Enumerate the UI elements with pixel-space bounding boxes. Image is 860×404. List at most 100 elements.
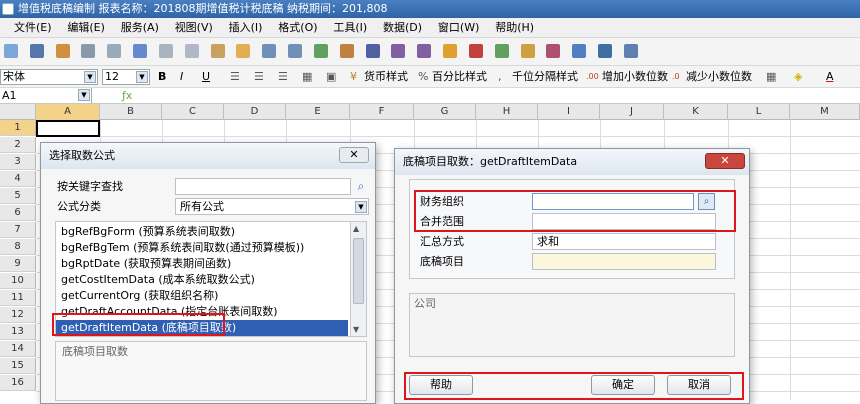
currency-style-button[interactable]: 货币样式 bbox=[364, 69, 408, 85]
export-icon[interactable] bbox=[623, 44, 638, 58]
column-header-j[interactable]: J bbox=[600, 104, 664, 120]
row-header-7[interactable]: 7 bbox=[0, 222, 36, 238]
row-header-15[interactable]: 15 bbox=[0, 358, 36, 374]
column-header-f[interactable]: F bbox=[350, 104, 414, 120]
decrease-decimal-button[interactable]: 减少小数位数 bbox=[686, 69, 752, 85]
sort-asc-icon[interactable] bbox=[391, 44, 406, 58]
scroll-down-icon[interactable]: ▼ bbox=[353, 325, 359, 334]
row-header-6[interactable]: 6 bbox=[0, 205, 36, 221]
row-header-8[interactable]: 8 bbox=[0, 239, 36, 255]
list-item[interactable]: getCostItemData (成本系统取数公式) bbox=[56, 272, 348, 288]
undo-icon[interactable] bbox=[262, 44, 277, 58]
keyword-search-input[interactable] bbox=[175, 178, 351, 195]
list-item[interactable]: getCurrentOrg (获取组织名称) bbox=[56, 288, 348, 304]
increase-decimal-button[interactable]: 增加小数位数 bbox=[602, 69, 668, 85]
data-icon[interactable] bbox=[494, 44, 509, 58]
align-center-icon[interactable]: ☰ bbox=[254, 69, 264, 85]
column-header-l[interactable]: L bbox=[728, 104, 790, 120]
column-header-g[interactable]: G bbox=[414, 104, 476, 120]
row-header-10[interactable]: 10 bbox=[0, 273, 36, 289]
column-header-k[interactable]: K bbox=[664, 104, 728, 120]
calendar-icon[interactable] bbox=[468, 44, 483, 58]
row-header-13[interactable]: 13 bbox=[0, 324, 36, 340]
sum-icon[interactable] bbox=[365, 44, 380, 58]
font-name-select[interactable]: 宋体 ▼ bbox=[0, 69, 98, 85]
percent-style-button[interactable]: 百分比样式 bbox=[432, 69, 487, 85]
chevron-down-icon[interactable]: ▼ bbox=[136, 71, 148, 83]
row-header-5[interactable]: 5 bbox=[0, 188, 36, 204]
edit-formula-icon[interactable] bbox=[339, 44, 354, 58]
column-header-i[interactable]: I bbox=[538, 104, 600, 120]
list-item[interactable]: bgRptDate (获取预算表期间函数) bbox=[56, 256, 348, 272]
column-header-h[interactable]: H bbox=[476, 104, 538, 120]
print-icon[interactable] bbox=[81, 44, 96, 58]
font-size-select[interactable]: 12 ▼ bbox=[102, 69, 150, 85]
preview-icon[interactable] bbox=[107, 44, 122, 58]
row-header-11[interactable]: 11 bbox=[0, 290, 36, 306]
cut-icon[interactable] bbox=[158, 44, 173, 58]
menu-tools[interactable]: 工具(I) bbox=[327, 18, 373, 38]
open-icon[interactable] bbox=[55, 44, 70, 58]
merge-cells-icon[interactable]: ▦ bbox=[302, 69, 312, 85]
screen-icon[interactable] bbox=[572, 44, 587, 58]
lock-icon[interactable]: ▣ bbox=[326, 69, 336, 85]
aggregation-input[interactable]: 求和 bbox=[532, 233, 716, 250]
active-cell-a1[interactable] bbox=[36, 120, 100, 137]
underline-button[interactable]: U bbox=[202, 69, 210, 85]
italic-button[interactable]: I bbox=[180, 69, 183, 85]
row-header-12[interactable]: 12 bbox=[0, 307, 36, 323]
chevron-down-icon[interactable]: ▼ bbox=[84, 71, 96, 83]
menu-edit[interactable]: 编辑(E) bbox=[61, 18, 111, 38]
column-header-c[interactable]: C bbox=[162, 104, 224, 120]
name-box[interactable]: A1 ▼ bbox=[0, 88, 92, 103]
scroll-up-icon[interactable]: ▲ bbox=[353, 224, 359, 233]
close-icon[interactable]: ✕ bbox=[339, 147, 369, 163]
chevron-down-icon[interactable]: ▼ bbox=[78, 89, 90, 101]
column-header-d[interactable]: D bbox=[224, 104, 286, 120]
spellcheck-icon[interactable] bbox=[133, 44, 148, 58]
menu-view[interactable]: 视图(V) bbox=[169, 18, 219, 38]
folder-icon[interactable] bbox=[443, 44, 458, 58]
function-icon[interactable]: ƒx bbox=[122, 88, 132, 103]
thousands-style-button[interactable]: 千位分隔样式 bbox=[512, 69, 578, 85]
menu-help[interactable]: 帮助(H) bbox=[489, 18, 540, 38]
menu-data[interactable]: 数据(D) bbox=[377, 18, 428, 38]
column-header-e[interactable]: E bbox=[286, 104, 350, 120]
save-icon[interactable] bbox=[29, 44, 44, 58]
scrollbar-thumb[interactable] bbox=[353, 238, 364, 304]
list-item[interactable]: bgRefBgTem (预算系统表间取数(通过预算模板)) bbox=[56, 240, 348, 256]
copy-icon[interactable] bbox=[184, 44, 199, 58]
fill-color-icon[interactable]: ◈ bbox=[794, 69, 802, 85]
menu-format[interactable]: 格式(O) bbox=[272, 18, 323, 38]
bold-button[interactable]: B bbox=[158, 69, 166, 85]
close-icon[interactable]: ✕ bbox=[705, 153, 745, 169]
row-header-14[interactable]: 14 bbox=[0, 341, 36, 357]
row-header-16[interactable]: 16 bbox=[0, 375, 36, 391]
draft-item-input[interactable] bbox=[532, 253, 716, 270]
font-color-button[interactable]: A bbox=[826, 69, 834, 85]
redo-icon[interactable] bbox=[288, 44, 303, 58]
link-icon[interactable] bbox=[313, 44, 328, 58]
paste-icon[interactable] bbox=[210, 44, 225, 58]
column-header-a[interactable]: A bbox=[36, 104, 100, 120]
column-header-m[interactable]: M bbox=[790, 104, 860, 120]
list-item[interactable]: bgRefBgForm (预算系统表间取数) bbox=[56, 224, 348, 240]
search-icon[interactable]: ⌕ bbox=[353, 178, 369, 195]
new-icon[interactable] bbox=[4, 44, 18, 58]
row-header-3[interactable]: 3 bbox=[0, 154, 36, 170]
menu-insert[interactable]: 插入(I) bbox=[223, 18, 269, 38]
align-left-icon[interactable]: ☰ bbox=[230, 69, 240, 85]
report-icon[interactable] bbox=[546, 44, 561, 58]
row-header-2[interactable]: 2 bbox=[0, 137, 36, 153]
align-right-icon[interactable]: ☰ bbox=[278, 69, 288, 85]
menu-file[interactable]: 文件(E) bbox=[8, 18, 58, 38]
row-header-4[interactable]: 4 bbox=[0, 171, 36, 187]
format-painter-icon[interactable] bbox=[236, 44, 251, 58]
chevron-down-icon[interactable]: ▼ bbox=[355, 201, 367, 213]
select-all-corner[interactable] bbox=[0, 104, 36, 120]
row-header-9[interactable]: 9 bbox=[0, 256, 36, 272]
menu-window[interactable]: 窗口(W) bbox=[432, 18, 485, 38]
menu-service[interactable]: 服务(A) bbox=[115, 18, 165, 38]
zoom-icon[interactable] bbox=[598, 44, 613, 58]
chart-icon[interactable] bbox=[520, 44, 535, 58]
